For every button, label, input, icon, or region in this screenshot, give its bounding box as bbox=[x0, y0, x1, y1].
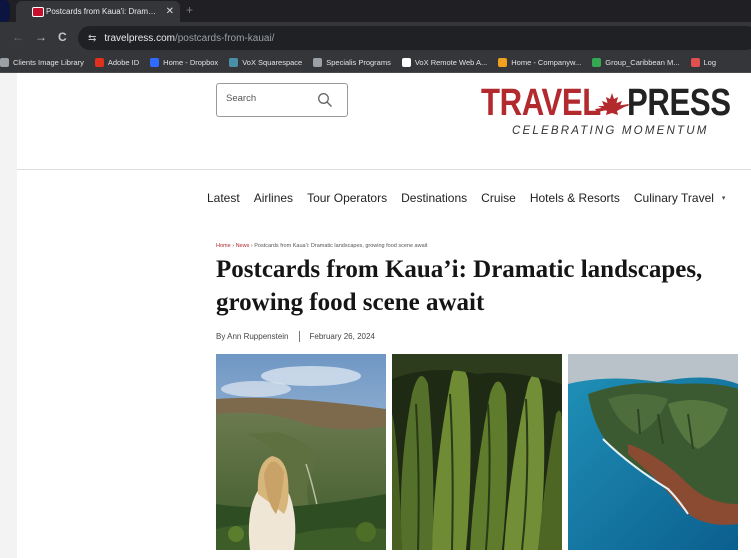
bookmark-item[interactable]: VoX Squarespace bbox=[229, 58, 302, 67]
bookmarks-bar: Clients Image Library Adobe ID Home - Drop… bbox=[0, 53, 751, 73]
photo-napali-coast[interactable] bbox=[568, 354, 738, 550]
new-tab-button[interactable]: + bbox=[186, 3, 193, 17]
bookmark-favicon-icon bbox=[229, 58, 239, 67]
bookmark-item[interactable]: Log bbox=[690, 58, 717, 67]
search-icon[interactable] bbox=[317, 92, 333, 108]
logo-word-travel: TRAVEL bbox=[481, 82, 601, 124]
toolbar: ← → C ⇆ travelpress.com/postcards-from-k… bbox=[0, 22, 751, 53]
search-box[interactable] bbox=[216, 83, 348, 117]
author-link[interactable]: By Ann Ruppenstein bbox=[216, 332, 289, 341]
nav-item[interactable]: Destinations bbox=[401, 191, 467, 205]
byline-separator bbox=[298, 331, 300, 342]
bookmark-favicon-icon bbox=[313, 58, 323, 67]
breadcrumb-current: Postcards from Kaua'i: Dramatic landscap… bbox=[254, 243, 428, 249]
logo-tagline: CELEBRATING MOMENTUM bbox=[512, 125, 709, 137]
search-input[interactable] bbox=[226, 93, 316, 104]
back-button[interactable]: ← bbox=[12, 30, 24, 44]
bookmark-favicon-icon bbox=[498, 58, 508, 67]
bookmark-favicon-icon bbox=[690, 58, 700, 67]
breadcrumb: Home › News › Postcards from Kaua'i: Dra… bbox=[216, 243, 427, 249]
header-divider bbox=[17, 169, 751, 170]
nav-item[interactable]: Hotels & Resorts bbox=[530, 191, 620, 205]
tab-title: Postcards from Kaua'i: Dramatic bbox=[46, 7, 158, 16]
breadcrumb-news[interactable]: News bbox=[236, 243, 250, 249]
bookmark-item[interactable]: Clients Image Library bbox=[0, 58, 84, 67]
bookmark-label: VoX Squarespace bbox=[242, 58, 303, 67]
bookmark-label: Adobe ID bbox=[107, 58, 140, 67]
window-edge bbox=[0, 0, 10, 22]
article-headline: Postcards from Kaua’i: Dramatic landscap… bbox=[216, 256, 703, 316]
bookmark-item[interactable]: VoX Remote Web A... bbox=[401, 58, 488, 67]
main-navigation: Latest Airlines Tour Operators Destinations… bbox=[207, 191, 725, 205]
bookmark-favicon-icon bbox=[0, 58, 9, 67]
nav-item[interactable]: Latest bbox=[207, 191, 240, 205]
bookmark-label: Group_Caribbean M... bbox=[605, 58, 680, 67]
nav-item[interactable]: Tour Operators bbox=[307, 191, 387, 205]
bookmark-item[interactable]: Home - Companyw... bbox=[498, 58, 581, 67]
page-gutter bbox=[0, 73, 17, 558]
browser-tab-active[interactable]: Postcards from Kaua'i: Dramatic ✕ bbox=[16, 1, 180, 22]
url-path: /postcards-from-kauai/ bbox=[174, 32, 275, 44]
tab-close-icon[interactable]: ✕ bbox=[166, 6, 174, 17]
nav-item[interactable]: Culinary Travel bbox=[634, 191, 714, 205]
address-bar[interactable]: ⇆ travelpress.com/postcards-from-kauai/ bbox=[78, 26, 751, 50]
travelpress-favicon-icon bbox=[32, 7, 44, 17]
tab-strip: Postcards from Kaua'i: Dramatic ✕ + bbox=[0, 0, 751, 22]
logo-word-press: PRESS bbox=[627, 82, 731, 124]
forward-button[interactable]: → bbox=[35, 30, 47, 44]
bookmark-label: Home - Dropbox bbox=[163, 58, 219, 67]
url-host: travelpress.com bbox=[104, 32, 175, 44]
nav-item[interactable]: Cruise bbox=[481, 191, 516, 205]
travelpress-logo[interactable]: TRAVEL PRESS CELEBRATING MOMENTUM bbox=[481, 83, 736, 143]
photo-green-ridges[interactable] bbox=[392, 354, 562, 550]
bookmark-favicon-icon bbox=[94, 58, 104, 67]
photo-canyon-hiker[interactable] bbox=[216, 354, 386, 550]
bookmark-item[interactable]: Adobe ID bbox=[94, 58, 140, 67]
webpage: TRAVEL PRESS CELEBRATING MOMENTUM Latest… bbox=[0, 73, 751, 558]
bookmark-label: Specialis Programs bbox=[326, 58, 391, 67]
bookmark-item[interactable]: Group_Caribbean M... bbox=[592, 58, 680, 67]
bookmark-label: Home - Companyw... bbox=[511, 58, 582, 67]
bookmark-favicon-icon bbox=[592, 58, 602, 67]
bookmark-label: Log bbox=[703, 58, 717, 67]
publish-date: February 26, 2024 bbox=[309, 332, 375, 341]
bookmark-label: Clients Image Library bbox=[13, 58, 84, 67]
bookmark-favicon-icon bbox=[401, 58, 411, 67]
bookmark-favicon-icon bbox=[150, 58, 160, 67]
maple-leaf-plane-icon bbox=[595, 93, 629, 115]
browser-window: Postcards from Kaua'i: Dramatic ✕ + ← → … bbox=[0, 0, 751, 558]
breadcrumb-home[interactable]: Home bbox=[216, 243, 231, 249]
bookmark-label: VoX Remote Web A... bbox=[414, 58, 488, 67]
nav-item[interactable]: Airlines bbox=[254, 191, 293, 205]
bookmark-item[interactable]: Specialis Programs bbox=[313, 58, 391, 67]
bookmark-item[interactable]: Home - Dropbox bbox=[150, 58, 218, 67]
article-byline: By Ann Ruppenstein February 26, 2024 bbox=[216, 331, 375, 342]
nav-more-chevron-icon[interactable]: ▾ bbox=[722, 194, 726, 202]
site-settings-icon[interactable]: ⇆ bbox=[88, 33, 96, 44]
reload-button[interactable]: C bbox=[58, 30, 67, 44]
